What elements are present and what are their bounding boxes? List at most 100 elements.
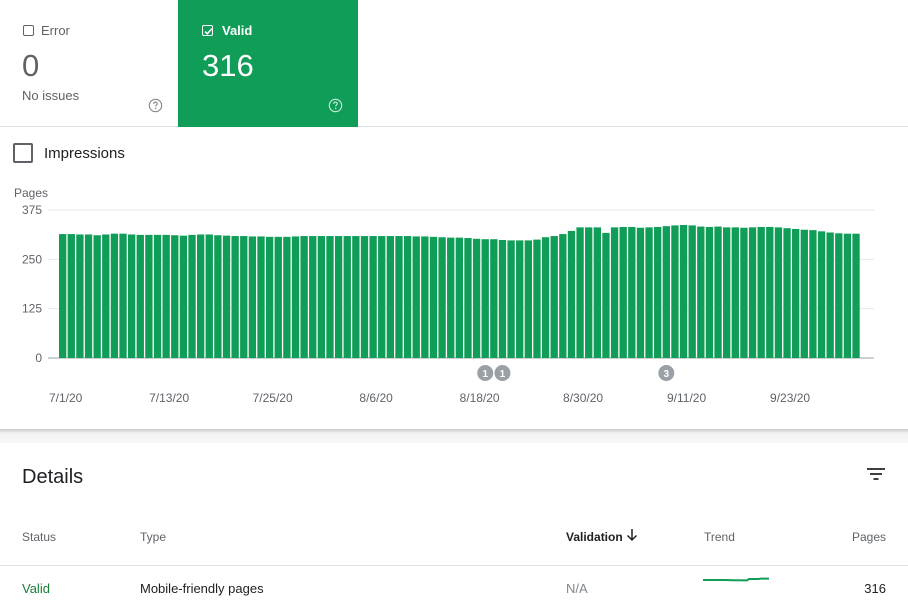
chart-bar <box>748 227 757 358</box>
chart-bar <box>516 240 524 358</box>
chart-bar <box>429 236 438 358</box>
chart-bar <box>464 238 472 358</box>
chart-bar <box>585 227 593 358</box>
chart-bar <box>343 236 351 358</box>
chart-bar <box>567 230 576 358</box>
row-status[interactable]: Valid <box>22 581 50 596</box>
chart-bar <box>386 236 395 358</box>
chart-bar <box>610 227 619 358</box>
chart-bar <box>498 239 507 358</box>
chart-bar <box>196 234 205 358</box>
chart-bar <box>645 227 653 358</box>
checkbox-checked-icon[interactable] <box>202 25 213 36</box>
row-type[interactable]: Mobile-friendly pages <box>140 581 264 596</box>
chart-bar <box>179 235 188 358</box>
row-pages: 316 <box>864 581 886 596</box>
chart-bar <box>309 236 317 358</box>
checkbox-empty-icon[interactable] <box>23 25 34 36</box>
chart-bar <box>843 233 852 358</box>
error-card-count: 0 <box>22 48 40 83</box>
chart-bar <box>740 227 748 358</box>
column-header-type[interactable]: Type <box>140 530 166 544</box>
chart-bar <box>59 234 67 358</box>
x-tick-label: 7/1/20 <box>49 391 83 405</box>
chart-bar <box>524 240 533 358</box>
chart-bar <box>102 234 110 358</box>
chart-bar <box>792 228 800 358</box>
chart-bar <box>438 237 446 358</box>
chart-bar <box>317 236 326 358</box>
x-tick-label: 7/25/20 <box>253 391 293 405</box>
chart-bar <box>171 235 179 358</box>
filter-icon[interactable] <box>866 466 886 482</box>
column-header-status[interactable]: Status <box>22 530 56 544</box>
chart-bar <box>835 233 843 358</box>
chart-bar <box>360 236 369 358</box>
chart-bar <box>826 232 834 358</box>
chart-bar <box>809 230 817 358</box>
chart-bar <box>550 236 558 358</box>
x-tick-label: 8/6/20 <box>359 391 393 405</box>
error-card[interactable]: Error 0 No issues <box>0 0 178 127</box>
chart-bar <box>628 226 636 358</box>
column-header-trend[interactable]: Trend <box>704 530 735 544</box>
impressions-checkbox[interactable] <box>13 143 33 163</box>
valid-card-count: 316 <box>202 48 254 83</box>
chart-bar <box>127 234 136 358</box>
chart-bar <box>723 227 731 358</box>
chart-bar <box>472 238 481 358</box>
x-tick-label: 8/30/20 <box>563 391 603 405</box>
chart-bar <box>67 234 75 358</box>
chart-bar <box>757 226 765 358</box>
pages-chart: Pages 0 125 250 375 1 1 3 7/1/20 7/13/20 7/25/20 8/… <box>0 180 908 420</box>
valid-card[interactable]: Valid 316 <box>178 0 358 127</box>
column-header-pages[interactable]: Pages <box>852 530 886 544</box>
arrow-down-icon[interactable] <box>626 528 638 542</box>
pages-bar-chart: Pages 0 125 250 375 1 1 3 7/1/20 7/13/20 7/25/20 8/… <box>14 186 874 405</box>
chart-bar <box>679 224 688 358</box>
chart-bar <box>481 239 489 358</box>
annotation-label: 1 <box>482 369 488 380</box>
chart-bar <box>507 240 515 358</box>
chart-bar <box>369 236 377 358</box>
chart-bar <box>162 234 170 358</box>
chart-bar <box>300 236 308 358</box>
chart-bar <box>455 237 464 358</box>
chart-bar <box>119 233 127 358</box>
row-validation: N/A <box>566 581 588 596</box>
chart-bar <box>222 235 231 358</box>
chart-bar <box>291 236 300 358</box>
chart-bar <box>447 237 455 358</box>
help-circle-icon[interactable] <box>148 98 163 113</box>
error-card-subtitle: No issues <box>22 88 80 103</box>
chart-bar <box>84 234 93 358</box>
cards-bottom-border <box>358 126 908 127</box>
valid-card-label: Valid <box>222 23 253 38</box>
chart-bar <box>636 227 645 358</box>
chart-bar <box>403 236 412 358</box>
y-tick-label: 125 <box>22 302 42 316</box>
chart-bar <box>852 233 860 358</box>
chart-bar <box>731 227 739 358</box>
chart-bar <box>188 234 196 358</box>
column-header-validation[interactable]: Validation <box>566 530 623 544</box>
details-title: Details <box>22 466 84 488</box>
section-divider <box>0 429 908 443</box>
chart-bar <box>559 234 567 358</box>
help-circle-icon[interactable] <box>328 98 343 113</box>
chart-bar <box>766 226 774 358</box>
chart-bar <box>541 237 550 358</box>
chart-bar <box>334 236 343 358</box>
chart-bar <box>576 227 584 358</box>
chart-bar <box>412 236 420 358</box>
chart-bar <box>533 239 541 358</box>
impressions-label[interactable]: Impressions <box>44 145 125 162</box>
chart-bar <box>602 232 610 358</box>
chart-bar <box>231 236 239 358</box>
chart-bar <box>697 226 705 358</box>
chart-bar <box>800 229 808 358</box>
chart-bar <box>774 227 783 358</box>
chart-bar <box>671 225 679 358</box>
chart-bar <box>352 236 360 358</box>
chart-bar <box>326 236 334 358</box>
